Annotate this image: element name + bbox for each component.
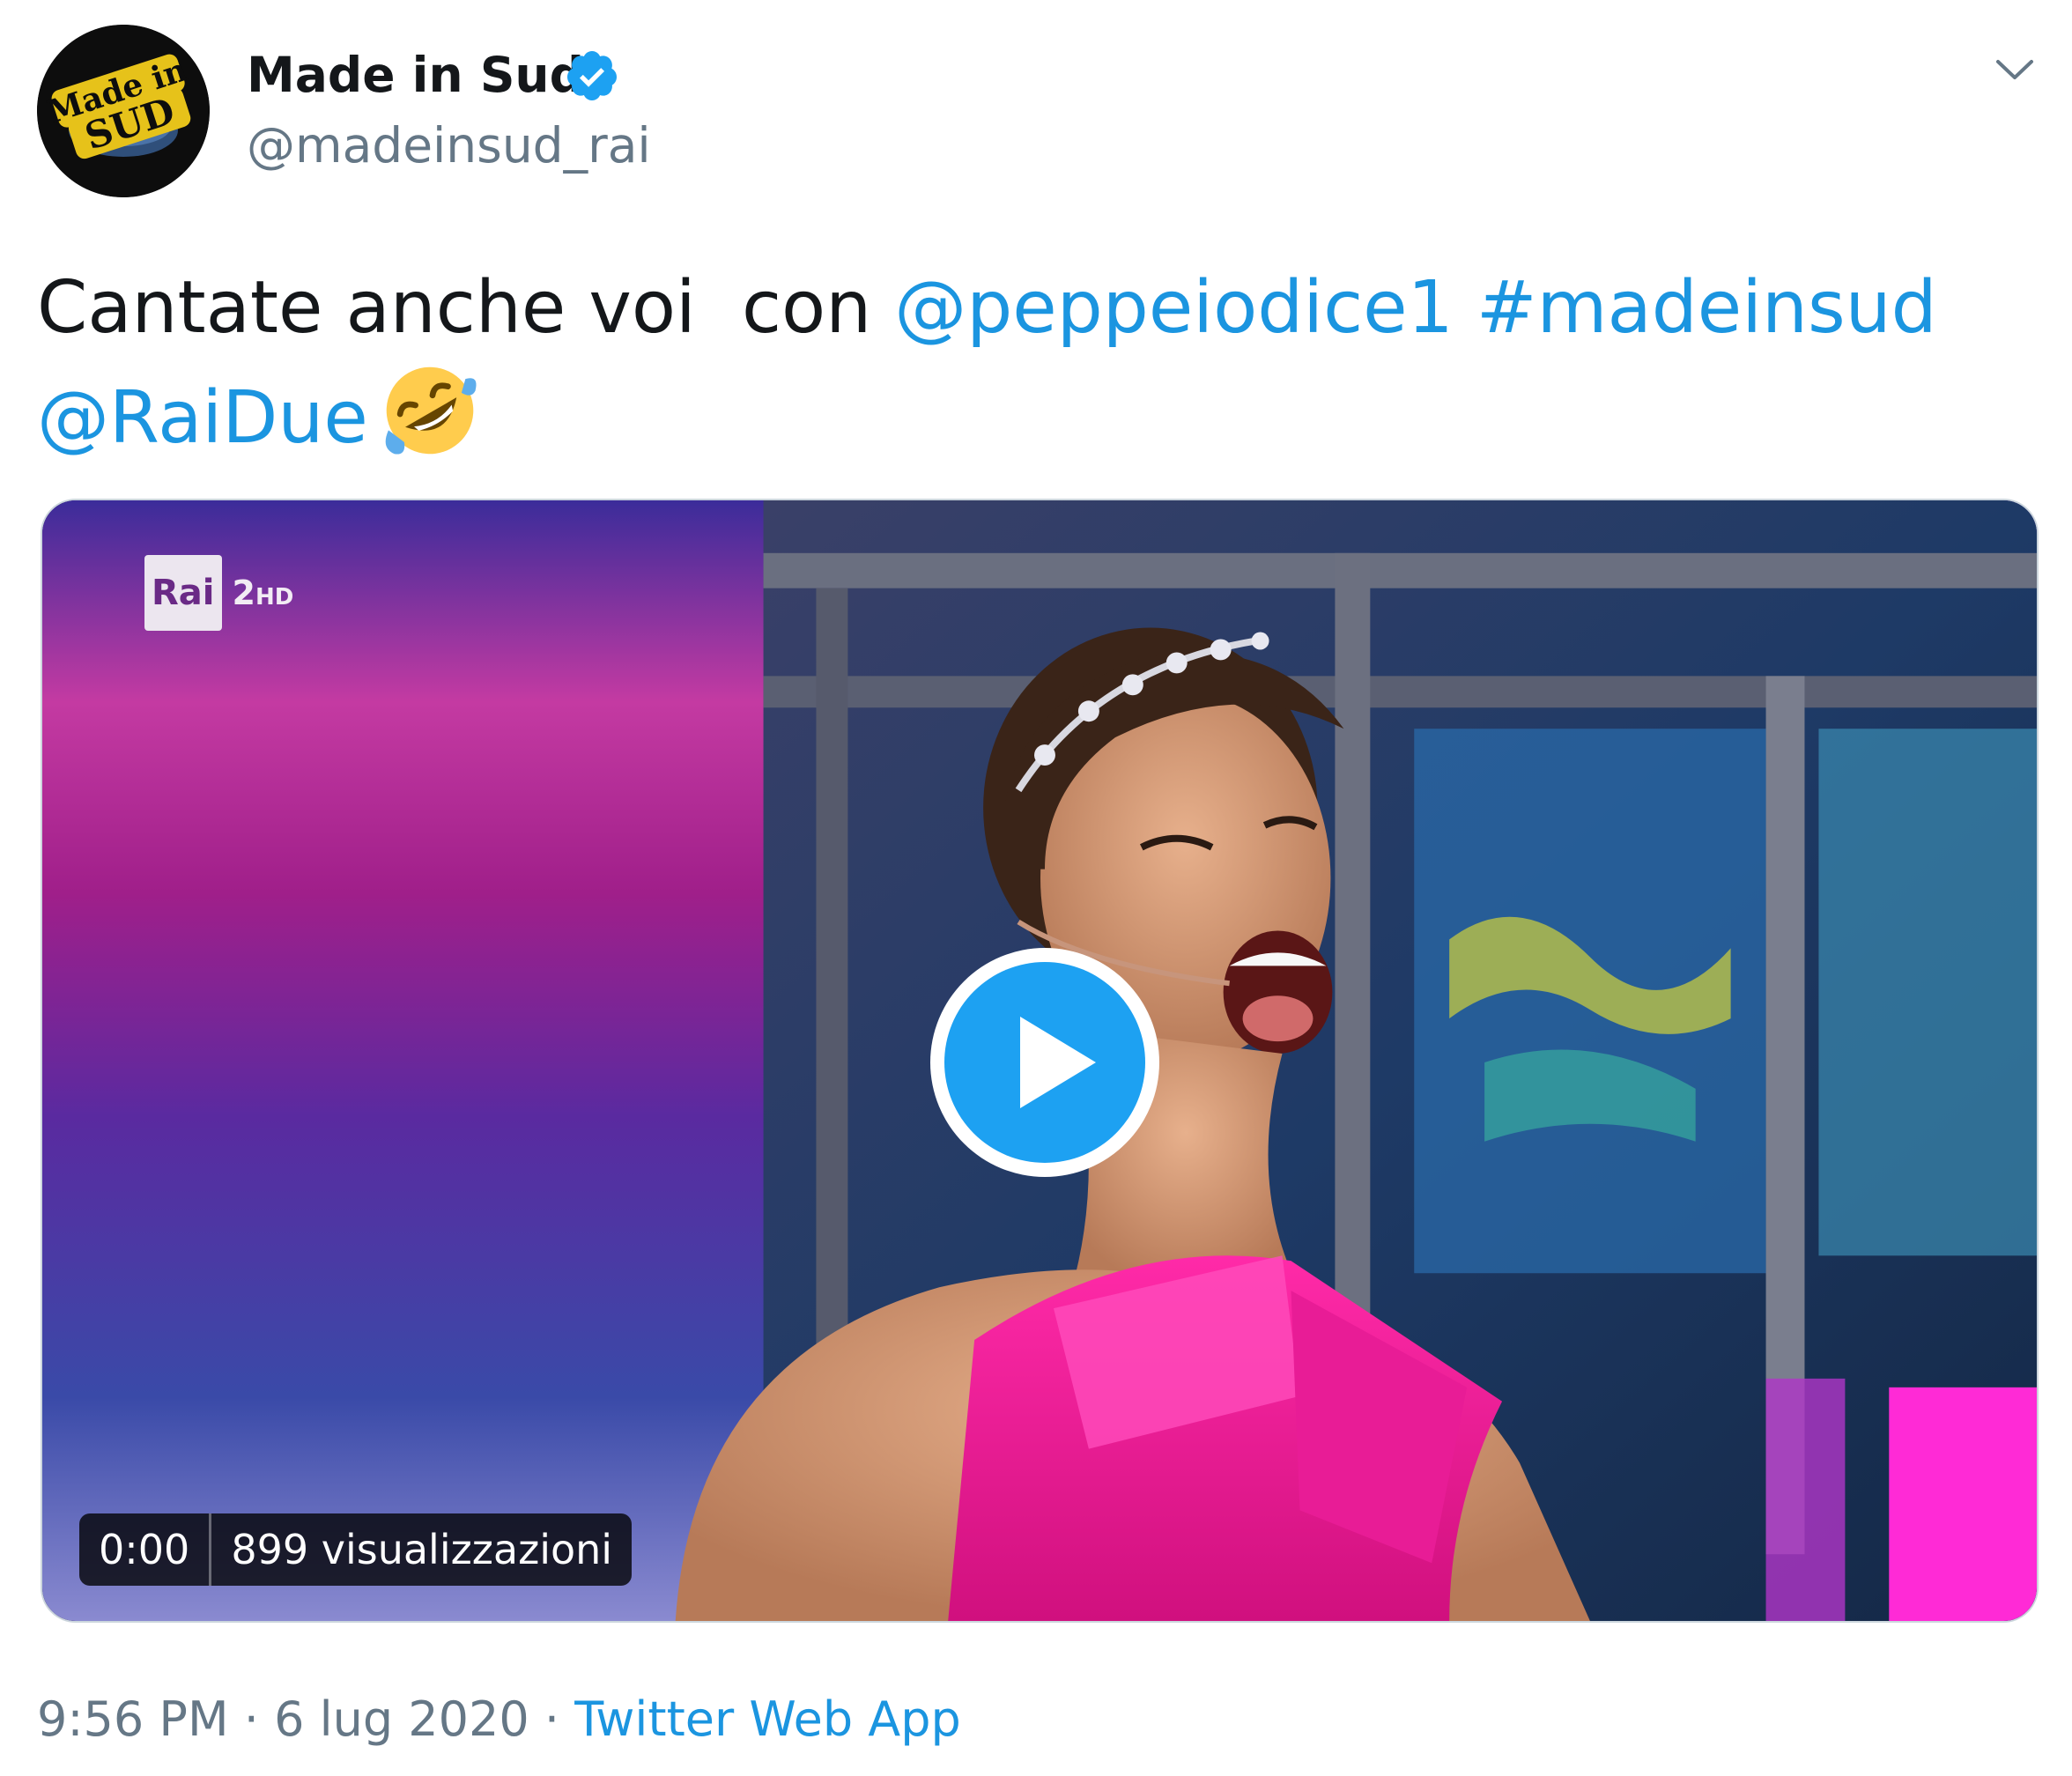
footer-separator-2: · — [529, 1691, 575, 1747]
video-duration: 0:00 — [99, 1526, 190, 1573]
tweet-text-plain: Cantate anche voi con — [37, 266, 895, 350]
channel-logo-rai: Rai — [144, 555, 222, 631]
tweet-time[interactable]: 9:56 PM — [37, 1691, 229, 1747]
tweet-date[interactable]: 6 lug 2020 — [274, 1691, 529, 1747]
play-icon[interactable] — [925, 943, 1165, 1182]
mention-link[interactable]: @peppeiodice1 — [894, 266, 1454, 350]
tweet-footer: 9:56 PM · 6 lug 2020 · Twitter Web App — [37, 1684, 961, 1755]
channel-logo-hd-text: HD — [255, 584, 294, 610]
avatar-logo: Made in SUD — [37, 25, 210, 197]
verified-badge-icon — [566, 51, 617, 100]
channel-logo-num-text: 2 — [232, 574, 255, 612]
channel-logo-number: 2HD — [233, 574, 294, 612]
tweet-text: Cantate anche voi con @peppeiodice1 #mad… — [37, 255, 2028, 471]
rolling-laughing-emoji-icon — [385, 366, 477, 455]
mention-link-raidue[interactable]: @RaiDue — [37, 376, 368, 460]
display-name[interactable]: Made in Sud — [247, 44, 584, 106]
channel-logo: Rai 2HD — [144, 555, 293, 631]
chevron-down-icon[interactable] — [1993, 48, 2037, 92]
user-handle[interactable]: @madeinsud_rai — [247, 115, 651, 176]
hashtag-link[interactable]: #madeinsud — [1476, 266, 1937, 350]
video-view-count: 899 visualizzazioni — [231, 1526, 613, 1573]
profile-avatar[interactable]: Made in SUD — [37, 25, 210, 197]
tweet-source-link[interactable]: Twitter Web App — [574, 1691, 961, 1747]
footer-separator: · — [228, 1691, 275, 1747]
video-meta-badge: 0:00 899 visualizzazioni — [79, 1513, 633, 1586]
tweet-card: Made in SUD Made in Sud @madeinsud_rai C… — [0, 0, 2072, 1776]
video-player[interactable]: Rai 2HD 0:00 899 visualizzazioni — [41, 499, 2039, 1623]
